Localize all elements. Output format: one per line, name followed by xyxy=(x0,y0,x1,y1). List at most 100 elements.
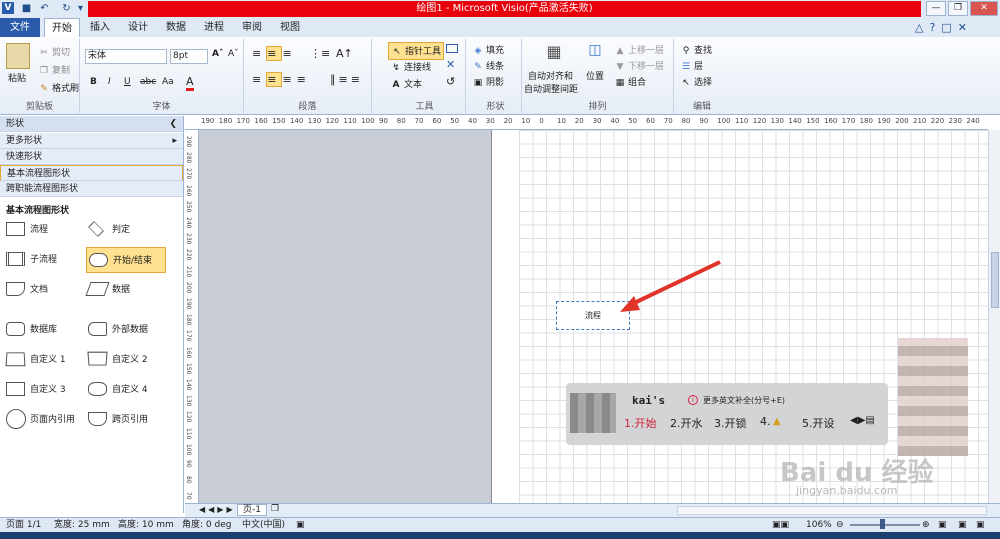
zoom-out-icon[interactable]: ⊖ xyxy=(836,518,844,532)
ime-page-arrows-icon[interactable]: ◀▶▤ xyxy=(850,415,875,426)
position-button[interactable]: 位置 xyxy=(586,69,604,82)
minimize-button[interactable]: — xyxy=(926,1,946,16)
italic-button[interactable]: I xyxy=(108,77,111,87)
tab-data[interactable]: 数据 xyxy=(160,18,192,37)
auto-space-button[interactable]: 自动调整间距 xyxy=(524,82,578,95)
switch-windows-icon[interactable]: ▣ xyxy=(976,518,985,532)
restore-button[interactable]: ❐ xyxy=(948,1,968,16)
undo-icon[interactable]: ↶ xyxy=(38,2,51,15)
shape-start-end[interactable]: 开始/结束 xyxy=(86,247,166,273)
cross-functional-item[interactable]: 跨职能流程图形状 xyxy=(0,181,183,197)
connector-button[interactable]: ↯ 连接线 xyxy=(390,60,431,74)
ime-candidate-4[interactable]: 4. xyxy=(760,415,771,428)
paste-button[interactable]: 粘贴 xyxy=(8,71,26,84)
shape-custom-4[interactable]: 自定义 4 xyxy=(86,377,166,403)
fill-button[interactable]: ◈ 填充 xyxy=(472,43,504,57)
status-zoom[interactable]: 106% xyxy=(806,518,832,532)
more-shapes-button[interactable]: 更多形状 ▸ xyxy=(0,133,183,149)
bring-forward-button[interactable]: ▲ 上移一层 xyxy=(614,43,664,57)
vertical-scrollbar[interactable] xyxy=(988,130,1000,503)
tab-file[interactable]: 文件 xyxy=(0,18,40,37)
tab-home[interactable]: 开始 xyxy=(44,18,80,37)
send-backward-button[interactable]: ▼ 下移一层 xyxy=(614,59,664,73)
grow-font-icon[interactable]: Aˆ xyxy=(212,49,223,59)
quick-shapes-item[interactable]: 快速形状 xyxy=(0,149,183,165)
select-button[interactable]: ↖ 选择 xyxy=(680,75,712,89)
font-size-select[interactable]: 8pt xyxy=(170,49,208,64)
page-nav-arrows-icon[interactable]: ◀◀▶▶ xyxy=(199,505,236,514)
text-tool-button[interactable]: A 文本 xyxy=(390,77,423,91)
shape-decision[interactable]: 判定 xyxy=(86,217,166,243)
shape-custom-1[interactable]: 自定义 1 xyxy=(4,347,84,373)
horizontal-align-icons[interactable]: ≡≡≡≡ xyxy=(252,72,311,87)
shape-custom-2[interactable]: 自定义 2 xyxy=(86,347,166,373)
ime-candidate-5[interactable]: 5.开设 xyxy=(802,415,835,431)
shape-subprocess[interactable]: 子流程 xyxy=(4,247,84,273)
view-mode-icons[interactable]: ▣▣ xyxy=(772,518,789,532)
vertical-align-icons[interactable]: ≡≡≡ xyxy=(252,46,297,61)
font-color-button[interactable]: A xyxy=(186,75,194,91)
cut-button[interactable]: ✂ 剪切 xyxy=(38,45,70,59)
redo-icon[interactable]: ↻ xyxy=(60,2,73,15)
close-button[interactable]: ✕ xyxy=(970,1,998,16)
shape-off-page-ref[interactable]: 跨页引用 xyxy=(86,407,166,433)
find-button[interactable]: ⚲ 查找 xyxy=(680,43,712,57)
shape-process[interactable]: 流程 xyxy=(4,217,84,243)
collapse-icon[interactable]: ❮ xyxy=(169,116,177,132)
rectangle-shape-icon[interactable] xyxy=(446,44,458,53)
insert-page-icon[interactable]: ❐ xyxy=(271,504,279,514)
pointer-tool-button[interactable]: ↖ 指针工具 xyxy=(388,42,445,60)
basic-flowchart-item[interactable]: 基本流程图形状 xyxy=(0,165,183,181)
shadow-button[interactable]: ▣ 阴影 xyxy=(472,75,504,89)
shrink-font-icon[interactable]: Aˇ xyxy=(228,49,239,59)
tab-design[interactable]: 设计 xyxy=(122,18,154,37)
zoom-slider-thumb[interactable] xyxy=(880,519,885,529)
fit-page-icon[interactable]: ▣ xyxy=(938,518,947,532)
horizontal-scrollbar[interactable] xyxy=(677,506,987,515)
tab-process[interactable]: 进程 xyxy=(198,18,230,37)
ime-candidate-2[interactable]: 2.开水 xyxy=(670,415,703,431)
position-icon[interactable]: ◫ xyxy=(586,42,604,64)
shape-external-data[interactable]: 外部数据 xyxy=(86,317,166,343)
indent-icons[interactable]: ∥≡≡ xyxy=(330,73,363,86)
help-controls[interactable]: △?□✕ xyxy=(915,21,995,34)
shape-on-page-ref[interactable]: 页面内引用 xyxy=(4,407,84,433)
delete-x-icon[interactable]: ✕ xyxy=(446,58,455,71)
paste-icon[interactable] xyxy=(6,43,30,69)
ime-candidate-1[interactable]: 1.开始 xyxy=(624,415,657,431)
tab-review[interactable]: 审阅 xyxy=(236,18,268,37)
status-page[interactable]: 页面 1/1 xyxy=(6,518,41,532)
zoom-in-icon[interactable]: ⊕ xyxy=(922,518,930,532)
auto-align-icon[interactable]: ▦ xyxy=(542,42,566,66)
bullets-icon[interactable]: ⋮≡ xyxy=(310,47,330,60)
strike-button[interactable]: abc xyxy=(140,77,156,87)
page-tab-1[interactable]: 页-1 xyxy=(237,504,267,516)
status-language[interactable]: 中文(中国) xyxy=(242,518,285,532)
ime-hint[interactable]: 更多英文补全(分号+E) xyxy=(703,395,785,406)
scrollbar-thumb[interactable] xyxy=(991,252,999,308)
ime-candidate-3[interactable]: 3.开锁 xyxy=(714,415,747,431)
layers-button[interactable]: ☰ 层 xyxy=(680,59,703,73)
group-button[interactable]: ▦ 组合 xyxy=(614,75,646,89)
text-size-icon[interactable]: A↑ xyxy=(336,47,353,60)
pan-zoom-icon[interactable]: ▣ xyxy=(958,518,967,532)
shape-database[interactable]: 数据库 xyxy=(4,317,84,343)
font-name-select[interactable]: 宋体 xyxy=(85,49,167,64)
format-painter-button[interactable]: ✎ 格式刷 xyxy=(38,81,79,95)
macro-record-icon[interactable]: ▣ xyxy=(296,518,305,532)
shape-document[interactable]: 文档 xyxy=(4,277,84,303)
rotate-icon[interactable]: ↺ xyxy=(446,75,455,88)
tab-insert[interactable]: 插入 xyxy=(84,18,116,37)
line-button[interactable]: ✎ 线条 xyxy=(472,59,504,73)
customize-qat-icon[interactable]: ▾ xyxy=(74,2,87,15)
copy-button[interactable]: ❐ 复制 xyxy=(38,63,70,77)
underline-button[interactable]: U xyxy=(124,77,131,87)
bold-button[interactable]: B xyxy=(90,77,97,87)
zoom-slider[interactable] xyxy=(850,524,920,526)
save-icon[interactable]: ■ xyxy=(20,2,33,15)
tab-view[interactable]: 视图 xyxy=(274,18,306,37)
shape-custom-3[interactable]: 自定义 3 xyxy=(4,377,84,403)
shape-data[interactable]: 数据 xyxy=(85,277,166,303)
change-case-button[interactable]: Aa xyxy=(162,77,174,87)
auto-align-button[interactable]: 自动对齐和 xyxy=(528,69,573,82)
